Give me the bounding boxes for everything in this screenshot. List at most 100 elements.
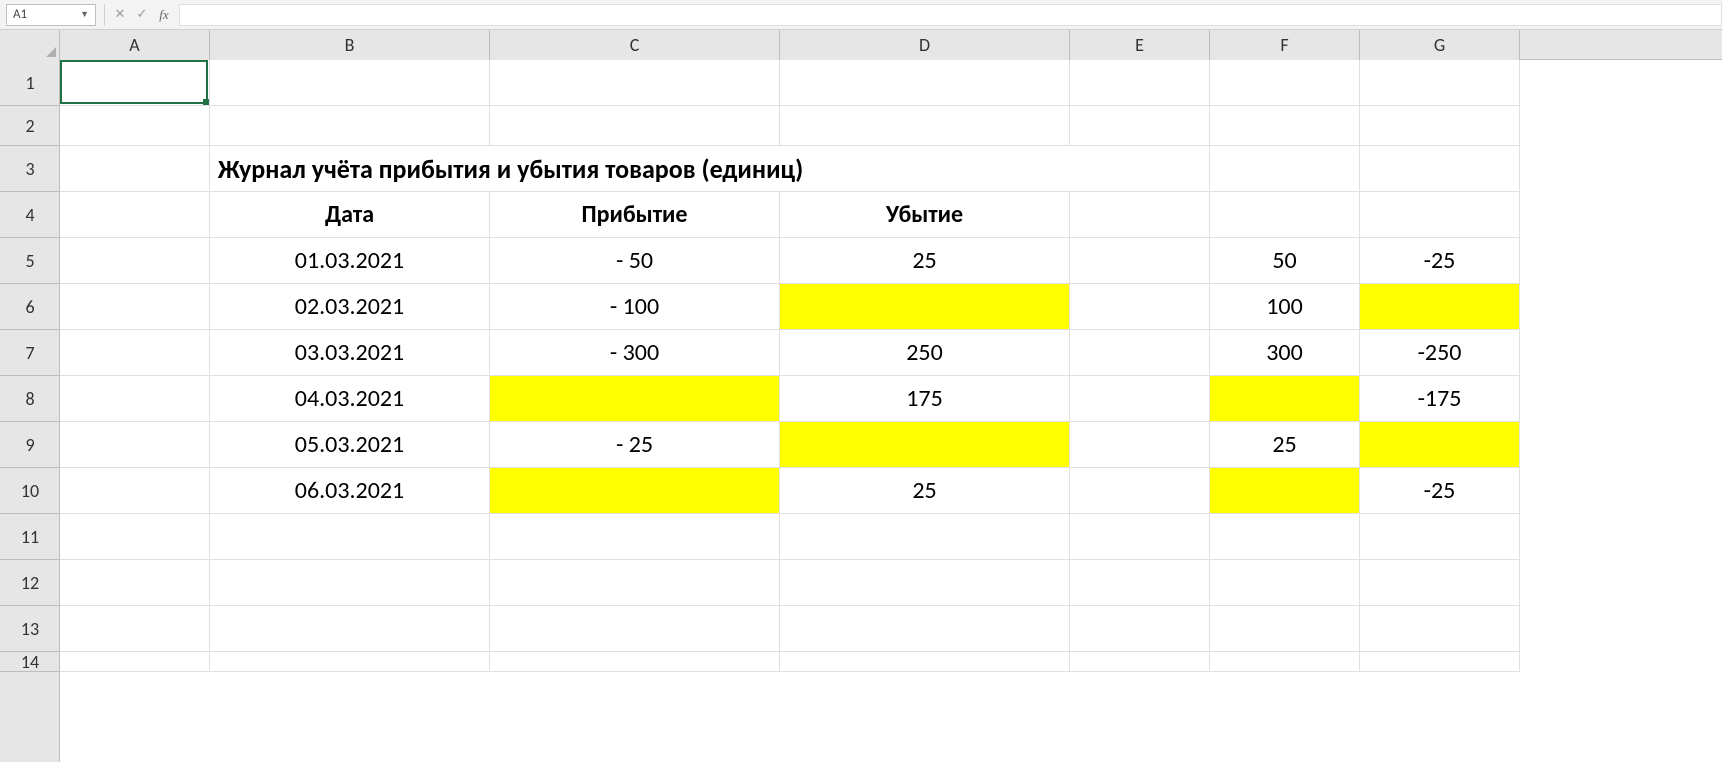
side-g-cell[interactable] [1360,284,1520,330]
cell-A14[interactable] [60,652,210,672]
column-header-B[interactable]: B [210,30,490,60]
cell-A8[interactable] [60,376,210,422]
side-f-cell[interactable]: 100 [1210,284,1360,330]
cell-B14[interactable] [210,652,490,672]
row-header-14[interactable]: 14 [0,652,60,672]
cell-G1[interactable] [1360,60,1520,106]
cell-E2[interactable] [1070,106,1210,146]
fx-icon[interactable]: fx [153,4,175,26]
departure-cell[interactable]: 25 [780,238,1070,284]
cell-F1[interactable] [1210,60,1360,106]
arrival-cell[interactable]: - 50 [490,238,780,284]
side-g-cell[interactable]: -25 [1360,238,1520,284]
side-f-cell[interactable]: 50 [1210,238,1360,284]
cell-E8[interactable] [1070,376,1210,422]
cell-B13[interactable] [210,606,490,652]
cell-E13[interactable] [1070,606,1210,652]
cell-E1[interactable] [1070,60,1210,106]
enter-icon[interactable]: ✓ [131,4,153,26]
date-cell[interactable]: 03.03.2021 [210,330,490,376]
cell-F11[interactable] [1210,514,1360,560]
arrival-cell[interactable]: - 300 [490,330,780,376]
side-f-cell[interactable]: 300 [1210,330,1360,376]
row-header-4[interactable]: 4 [0,192,60,238]
side-g-cell[interactable]: -25 [1360,468,1520,514]
row-header-3[interactable]: 3 [0,146,60,192]
arrival-cell[interactable] [490,376,780,422]
departure-cell[interactable] [780,422,1070,468]
cell-D11[interactable] [780,514,1070,560]
departure-cell[interactable] [780,284,1070,330]
side-g-cell[interactable]: -250 [1360,330,1520,376]
cell-E10[interactable] [1070,468,1210,514]
side-g-cell[interactable] [1360,422,1520,468]
cell-A12[interactable] [60,560,210,606]
cell-D1[interactable] [780,60,1070,106]
row-header-9[interactable]: 9 [0,422,60,468]
cell-G2[interactable] [1360,106,1520,146]
column-header-F[interactable]: F [1210,30,1360,60]
cell-C13[interactable] [490,606,780,652]
date-cell[interactable]: 06.03.2021 [210,468,490,514]
cell-E14[interactable] [1070,652,1210,672]
cell-B1[interactable] [210,60,490,106]
cell-D13[interactable] [780,606,1070,652]
cell-C2[interactable] [490,106,780,146]
cell-F12[interactable] [1210,560,1360,606]
column-header-C[interactable]: C [490,30,780,60]
cell-A13[interactable] [60,606,210,652]
cell-F14[interactable] [1210,652,1360,672]
cell-E12[interactable] [1070,560,1210,606]
cell-E6[interactable] [1070,284,1210,330]
cell-E4[interactable] [1070,192,1210,238]
cell-A4[interactable] [60,192,210,238]
cell-C14[interactable] [490,652,780,672]
cell-G12[interactable] [1360,560,1520,606]
cell-A2[interactable] [60,106,210,146]
cell-B2[interactable] [210,106,490,146]
departure-cell[interactable]: 175 [780,376,1070,422]
cancel-icon[interactable]: ✕ [109,4,131,26]
side-f-cell[interactable] [1210,468,1360,514]
cell-B12[interactable] [210,560,490,606]
col-header-arrival[interactable]: Прибытие [490,192,780,238]
cell-E9[interactable] [1070,422,1210,468]
cell-A7[interactable] [60,330,210,376]
cell-A1[interactable] [60,60,210,106]
row-header-13[interactable]: 13 [0,606,60,652]
cell-G4[interactable] [1360,192,1520,238]
row-header-5[interactable]: 5 [0,238,60,284]
cell-E5[interactable] [1070,238,1210,284]
column-header-A[interactable]: A [60,30,210,60]
date-cell[interactable]: 05.03.2021 [210,422,490,468]
cell-C12[interactable] [490,560,780,606]
col-header-departure[interactable]: Убытие [780,192,1070,238]
row-header-11[interactable]: 11 [0,514,60,560]
cell-A10[interactable] [60,468,210,514]
side-f-cell[interactable] [1210,376,1360,422]
cell-A11[interactable] [60,514,210,560]
column-header-E[interactable]: E [1070,30,1210,60]
cell-G11[interactable] [1360,514,1520,560]
side-g-cell[interactable]: -175 [1360,376,1520,422]
cell-D14[interactable] [780,652,1070,672]
column-header-D[interactable]: D [780,30,1070,60]
cell-A5[interactable] [60,238,210,284]
cell-F3[interactable] [1210,146,1360,192]
departure-cell[interactable]: 25 [780,468,1070,514]
cell-area[interactable]: Журнал учёта прибытия и убытия товаров (… [60,60,1722,762]
column-header-G[interactable]: G [1360,30,1520,60]
cell-E11[interactable] [1070,514,1210,560]
cell-D2[interactable] [780,106,1070,146]
row-header-6[interactable]: 6 [0,284,60,330]
col-header-date[interactable]: Дата [210,192,490,238]
cell-A9[interactable] [60,422,210,468]
row-header-2[interactable]: 2 [0,106,60,146]
cell-B11[interactable] [210,514,490,560]
row-header-12[interactable]: 12 [0,560,60,606]
side-f-cell[interactable]: 25 [1210,422,1360,468]
arrival-cell[interactable]: - 100 [490,284,780,330]
cell-A6[interactable] [60,284,210,330]
cell-F4[interactable] [1210,192,1360,238]
name-box[interactable]: A1 ▼ [6,4,96,26]
